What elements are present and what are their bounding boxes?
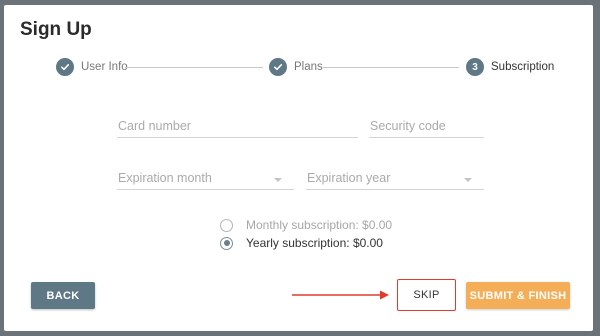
expiration-year-select[interactable]: Expiration year: [306, 167, 484, 190]
step-label: User Info: [81, 61, 128, 73]
expiration-year-placeholder: Expiration year: [307, 171, 391, 185]
step-connector: [125, 67, 263, 68]
step-user-info[interactable]: User Info: [56, 55, 128, 79]
dropdown-arrow-icon: [274, 178, 282, 182]
step-label: Plans: [294, 61, 323, 73]
arrow-pointer-icon: [292, 290, 389, 300]
security-code-placeholder: Security code: [370, 119, 446, 133]
submit-finish-button[interactable]: SUBMIT & FINISH: [466, 282, 570, 309]
step-subscription[interactable]: 3 Subscription: [466, 55, 554, 79]
card-number-field[interactable]: Card number: [117, 115, 358, 138]
security-code-field[interactable]: Security code: [369, 115, 484, 138]
radio-label: Yearly subscription: $0.00: [246, 236, 383, 250]
monthly-subscription-option[interactable]: Monthly subscription: $0.00: [220, 218, 392, 232]
radio-button-checked[interactable]: [220, 236, 233, 250]
expiration-month-placeholder: Expiration month: [118, 171, 212, 185]
dropdown-arrow-icon: [464, 178, 472, 182]
step-plans[interactable]: Plans: [269, 55, 323, 79]
radio-label: Monthly subscription: $0.00: [246, 218, 393, 232]
radio-button[interactable]: [220, 218, 233, 232]
check-icon: [56, 58, 74, 76]
card-number-placeholder: Card number: [118, 119, 191, 133]
signup-dialog: Sign Up User Info Plans 3 Subscription C…: [4, 5, 593, 331]
check-icon: [269, 58, 287, 76]
back-button[interactable]: BACK: [31, 282, 95, 309]
yearly-subscription-option[interactable]: Yearly subscription: $0.00: [220, 236, 383, 250]
step-connector: [323, 67, 459, 68]
dialog-title: Sign Up: [20, 19, 92, 40]
skip-button[interactable]: SKIP: [397, 279, 456, 311]
expiration-month-select[interactable]: Expiration month: [117, 167, 294, 190]
stepper: User Info Plans 3 Subscription: [4, 55, 593, 79]
step-label: Subscription: [491, 61, 555, 73]
step-number-badge: 3: [466, 58, 484, 76]
